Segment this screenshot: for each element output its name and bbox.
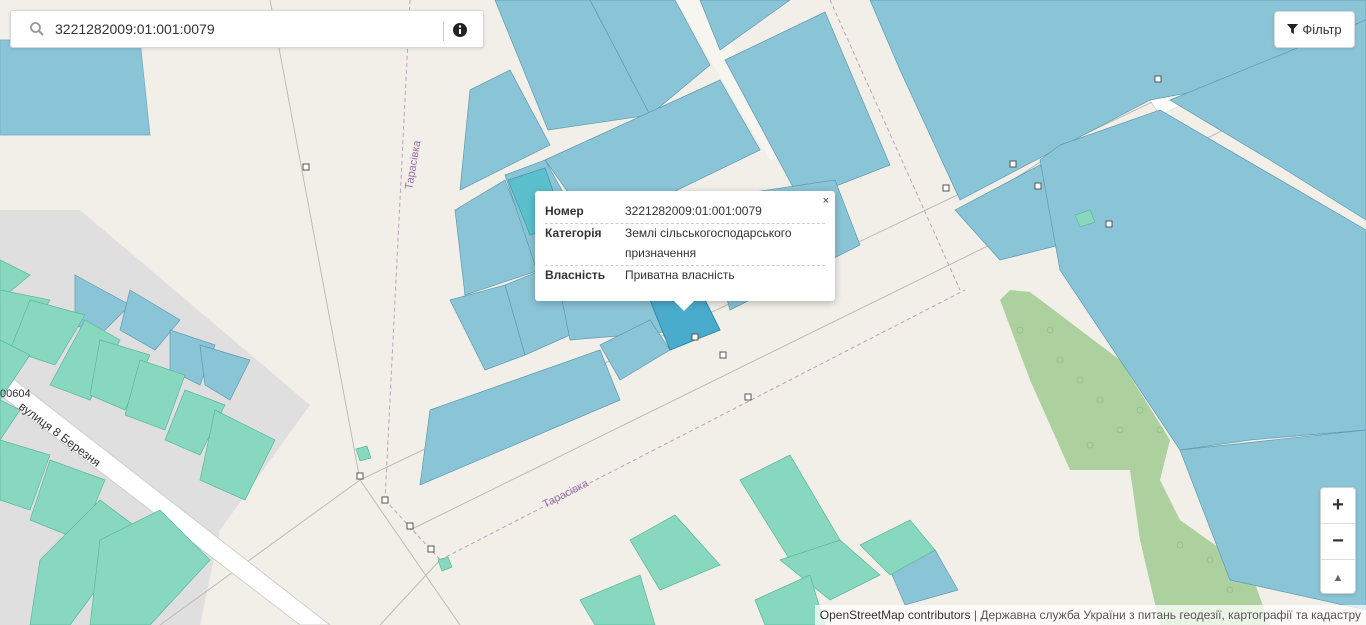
street-label-tarasivka-1: Тарасівка <box>403 139 424 191</box>
zoom-controls: + − ▲ <box>1320 487 1356 594</box>
popup-value: Приватна власність <box>625 268 735 282</box>
parcel-info-popup: × Номер 3221282009:01:001:0079 Категорія… <box>535 191 835 311</box>
popup-row-number: Номер 3221282009:01:001:0079 <box>545 201 825 224</box>
popup-key: Категорія <box>545 226 602 240</box>
filter-label: Фільтр <box>1302 22 1342 37</box>
popup-row-ownership: Власність Приватна власність <box>545 265 825 289</box>
popup-value: Землі сільськогосподарського призначення <box>625 226 792 260</box>
filter-button[interactable]: Фільтр <box>1274 11 1355 48</box>
gov-attribution-link[interactable]: Державна служба України з питань геодезі… <box>980 608 1361 622</box>
attribution-separator: | <box>973 608 977 622</box>
popup-value: 3221282009:01:001:0079 <box>625 204 762 218</box>
popup-row-category: Категорія Землі сільськогосподарського п… <box>545 223 825 266</box>
search-box <box>10 10 484 48</box>
popup-key: Власність <box>545 268 606 282</box>
map-attribution: OpenStreetMap contributors | Державна сл… <box>814 605 1366 625</box>
reset-bearing-button[interactable]: ▲ <box>1321 560 1355 595</box>
zoom-out-button[interactable]: − <box>1321 524 1355 560</box>
osm-attribution-link[interactable]: OpenStreetMap contributors <box>820 608 971 622</box>
popup-key: Номер <box>545 204 584 218</box>
search-icon <box>30 22 44 36</box>
zoom-in-button[interactable]: + <box>1321 488 1355 524</box>
parcel-label-fragment: 00604 <box>0 388 31 400</box>
info-icon[interactable] <box>451 21 469 39</box>
search-divider <box>443 21 444 41</box>
residential-area <box>0 39 151 136</box>
cadastral-number-input[interactable] <box>55 15 435 43</box>
filter-icon <box>1287 24 1299 35</box>
street-label-tarasivka-2: Тарасівка <box>541 477 591 511</box>
cadastral-map[interactable]: Тарасівка Тарасівка вулиця 8 Березня 006… <box>0 0 1366 625</box>
